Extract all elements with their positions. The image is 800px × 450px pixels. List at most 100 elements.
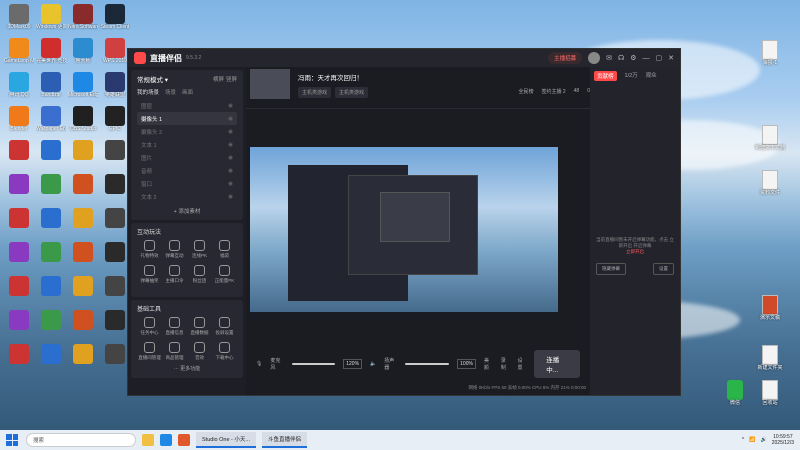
maximize-icon[interactable]: ▢: [656, 54, 663, 62]
tool-button[interactable]: 直播数据: [187, 317, 212, 336]
desktop-file-icon[interactable]: 资料文件: [750, 170, 790, 196]
tool-button[interactable]: 礼物特效: [137, 240, 162, 259]
clock[interactable]: 10:59:57 2025/12/3: [772, 434, 794, 446]
desktop-icon[interactable]: Steam Client: [100, 4, 130, 40]
windows-start-icon[interactable]: [6, 434, 18, 446]
danmaku-settings-button[interactable]: 设置: [653, 263, 674, 275]
recruit-button[interactable]: 主播招募: [548, 52, 583, 64]
stream-preview[interactable]: [250, 147, 558, 319]
desktop-icon[interactable]: 3DMark09: [4, 4, 34, 40]
desktop-icon[interactable]: OBS Studio: [68, 106, 98, 142]
source-item[interactable]: 摄像头 1 ◉: [137, 112, 237, 125]
office-icon[interactable]: [178, 434, 190, 446]
tool-button[interactable]: 任务中心: [137, 317, 162, 336]
beauty-button[interactable]: 美颜: [484, 357, 493, 371]
tab-scenes[interactable]: 场景: [165, 88, 176, 96]
desktop-icon[interactable]: [100, 344, 130, 380]
desktop-icon[interactable]: [36, 140, 66, 176]
desktop-icon[interactable]: [36, 242, 66, 278]
source-item[interactable]: 摄像头 2 ◉: [137, 125, 237, 138]
desktop-icon[interactable]: [36, 174, 66, 210]
desktop-icon[interactable]: [68, 208, 98, 244]
desktop-icon[interactable]: [36, 344, 66, 380]
mic-icon[interactable]: 🎙: [256, 361, 262, 367]
record-button[interactable]: 录制: [501, 357, 510, 371]
tool-button[interactable]: 主播口令: [162, 265, 187, 284]
tool-button[interactable]: 音效: [187, 342, 212, 361]
avatar[interactable]: [588, 52, 601, 64]
desktop-icon[interactable]: 腾讯 QQ: [4, 72, 34, 108]
taskbar-app-studio-one[interactable]: Studio One - 小天...: [196, 432, 256, 448]
desktop-icon[interactable]: Wallpaper Engine: [36, 106, 66, 142]
desktop-file-icon[interactable]: 回收站: [750, 380, 790, 406]
desktop-icon[interactable]: [36, 310, 66, 346]
desktop-icon[interactable]: [36, 276, 66, 312]
tool-button[interactable]: 福袋: [212, 240, 237, 259]
eye-icon[interactable]: ◉: [228, 194, 233, 200]
desktop-icon[interactable]: [100, 276, 130, 312]
tab-audience[interactable]: 观众: [646, 71, 657, 81]
desktop-icon[interactable]: Windows 更新助手: [36, 4, 66, 40]
desktop-icon[interactable]: [4, 310, 34, 346]
desktop-icon[interactable]: [4, 276, 34, 312]
desktop-icon[interactable]: [68, 310, 98, 346]
enable-link[interactable]: 立即开启: [626, 249, 644, 254]
tab-rank[interactable]: 1/2万: [625, 71, 638, 81]
desktop-icon[interactable]: [4, 140, 34, 176]
portrait-button[interactable]: 竖屏: [226, 77, 237, 83]
eye-icon[interactable]: ◉: [228, 129, 233, 135]
desktop-icon[interactable]: [4, 208, 34, 244]
hide-danmaku-button[interactable]: 隐藏弹幕: [596, 263, 626, 275]
desktop-icon[interactable]: [100, 310, 130, 346]
tool-button[interactable]: 连线PK: [187, 240, 212, 259]
stream-title[interactable]: 冯雨：天才再次回归！: [298, 72, 363, 82]
tool-button[interactable]: 直播信息: [162, 317, 187, 336]
eye-icon[interactable]: ◉: [228, 116, 233, 122]
desktop-icon[interactable]: EPIC: [100, 106, 130, 142]
network-icon[interactable]: 📶: [749, 437, 755, 443]
settings-icon[interactable]: ⚙: [630, 54, 636, 62]
desktop-icon[interactable]: [68, 276, 98, 312]
tool-button[interactable]: 投屏设置: [212, 317, 237, 336]
desktop-file-icon[interactable]: 新建文件夹: [750, 345, 790, 371]
desktop-icon[interactable]: [100, 208, 130, 244]
source-item[interactable]: 窗口 ◉: [137, 177, 237, 190]
rank-stat[interactable]: 全民榜: [518, 88, 533, 95]
mail-icon[interactable]: ✉: [606, 54, 612, 62]
desktop-file-icon[interactable]: 海报-1: [750, 40, 790, 66]
minimize-icon[interactable]: —: [643, 55, 650, 62]
tool-button[interactable]: 直播间管理: [137, 342, 162, 361]
desktop-icon[interactable]: Nitro Software: [68, 4, 98, 40]
speaker-icon[interactable]: 🔈: [370, 361, 376, 367]
stream-cover-thumbnail[interactable]: [250, 69, 290, 99]
add-source-button[interactable]: + 添加素材: [137, 207, 237, 215]
source-item[interactable]: 图片 ◉: [137, 151, 237, 164]
tool-button[interactable]: 粉丝团: [187, 265, 212, 284]
tool-button[interactable]: 下载中心: [212, 342, 237, 361]
eye-icon[interactable]: ◉: [228, 142, 233, 148]
desktop-file-icon[interactable]: 演示文稿: [750, 295, 790, 321]
desktop-icon[interactable]: [36, 208, 66, 244]
desktop-icon[interactable]: Bandizip: [36, 72, 66, 108]
tool-button[interactable]: 弹幕抽奖: [137, 265, 162, 284]
mic-volume-slider[interactable]: [291, 363, 336, 365]
more-features-button[interactable]: ··· 更多功能: [137, 365, 237, 372]
desktop-icon[interactable]: [68, 174, 98, 210]
tab-contribution[interactable]: 贡献榜: [594, 71, 617, 81]
desktop-icon[interactable]: [68, 242, 98, 278]
tool-button[interactable]: 商品管理: [162, 342, 187, 361]
desktop-icon[interactable]: GameLoop Manager: [4, 38, 34, 74]
desktop-file-icon[interactable]: 新建文本文档: [750, 125, 790, 151]
taskbar-app-streaming[interactable]: 斗鱼直播伴侣: [262, 432, 308, 448]
desktop-icon[interactable]: Blender: [4, 106, 34, 142]
landscape-button[interactable]: 横屏: [213, 77, 224, 83]
signed-stat[interactable]: 签约主播 2: [541, 88, 565, 95]
desktop-icon[interactable]: WPS 2019: [100, 38, 130, 74]
desktop-icon[interactable]: 英雄联盟: [100, 72, 130, 108]
headset-icon[interactable]: ☊: [618, 54, 624, 62]
desktop-icon[interactable]: [100, 140, 130, 176]
category-tag[interactable]: 主机类游戏: [335, 87, 369, 98]
start-stream-button[interactable]: 连播中...: [534, 350, 581, 378]
file-explorer-icon[interactable]: [142, 434, 154, 446]
desktop-icon[interactable]: Microsoft Edge: [68, 72, 98, 108]
